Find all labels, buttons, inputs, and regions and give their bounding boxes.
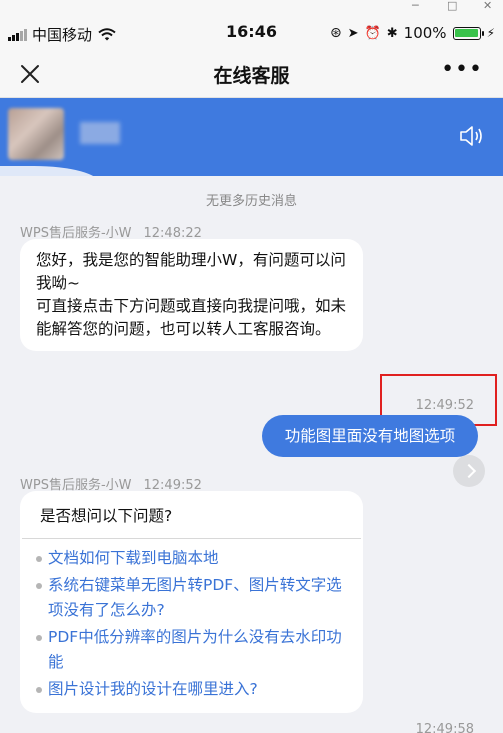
banner-decoration bbox=[0, 166, 100, 176]
agent-message-bubble: 您好，我是您的智能助理小W，有问题可以问我呦~ 可直接点击下方问题或直接向我提问… bbox=[20, 239, 363, 351]
speaker-icon[interactable] bbox=[459, 124, 485, 148]
suggestion-link[interactable]: 文档如何下载到电脑本地 bbox=[36, 546, 349, 572]
battery-icon bbox=[452, 26, 484, 40]
orientation-lock-icon: ⊛ bbox=[329, 25, 342, 41]
bluetooth-icon: ✱ bbox=[386, 25, 398, 41]
nav-header: 在线客服 ••• bbox=[0, 50, 503, 98]
charging-icon: ⚡ bbox=[486, 26, 495, 40]
page-title: 在线客服 bbox=[213, 65, 290, 87]
suggestion-card: 是否想问以下问题? 文档如何下载到电脑本地 系统右键菜单无图片转PDF、图片转文… bbox=[20, 491, 363, 713]
suggestion-link[interactable]: 系统右键菜单无图片转PDF、图片转文字选项没有了怎么办? bbox=[36, 573, 349, 624]
suggestion-link[interactable]: PDF中低分辨率的图片为什么没有去水印功能 bbox=[36, 625, 349, 676]
maximize-icon[interactable]: □ bbox=[447, 0, 457, 12]
alarm-icon: ⏰ bbox=[364, 25, 381, 41]
suggestion-link[interactable]: 图片设计我的设计在哪里进入? bbox=[36, 677, 349, 703]
avatar bbox=[8, 108, 64, 160]
location-icon: ➤ bbox=[347, 25, 359, 41]
battery-percent: 100% bbox=[403, 24, 447, 42]
no-history-message: 无更多历史消息 bbox=[205, 194, 297, 209]
status-bar: 中国移动 16:46 ⊛ ➤ ⏰ ✱ 100% ⚡ bbox=[0, 14, 503, 50]
suggestion-list: 文档如何下载到电脑本地 系统右键菜单无图片转PDF、图片转文字选项没有了怎么办?… bbox=[20, 539, 363, 713]
message-time: 12:49:58 bbox=[415, 722, 474, 733]
agent-name-blurred bbox=[80, 122, 120, 144]
agent-banner bbox=[0, 98, 503, 176]
window-controls: ─ □ ✕ bbox=[0, 0, 503, 14]
user-message-bubble: 功能图里面没有地图选项 bbox=[262, 415, 478, 457]
agent-message-text: 您好，我是您的智能助理小W，有问题可以问我呦~ 可直接点击下方问题或直接向我提问… bbox=[36, 251, 347, 338]
minimize-icon[interactable]: ─ bbox=[412, 0, 419, 12]
more-options-icon[interactable]: ••• bbox=[441, 59, 483, 81]
next-arrow-button[interactable] bbox=[453, 455, 485, 487]
close-window-icon[interactable]: ✕ bbox=[483, 0, 492, 12]
suggestion-header: 是否想问以下问题? bbox=[22, 491, 361, 539]
